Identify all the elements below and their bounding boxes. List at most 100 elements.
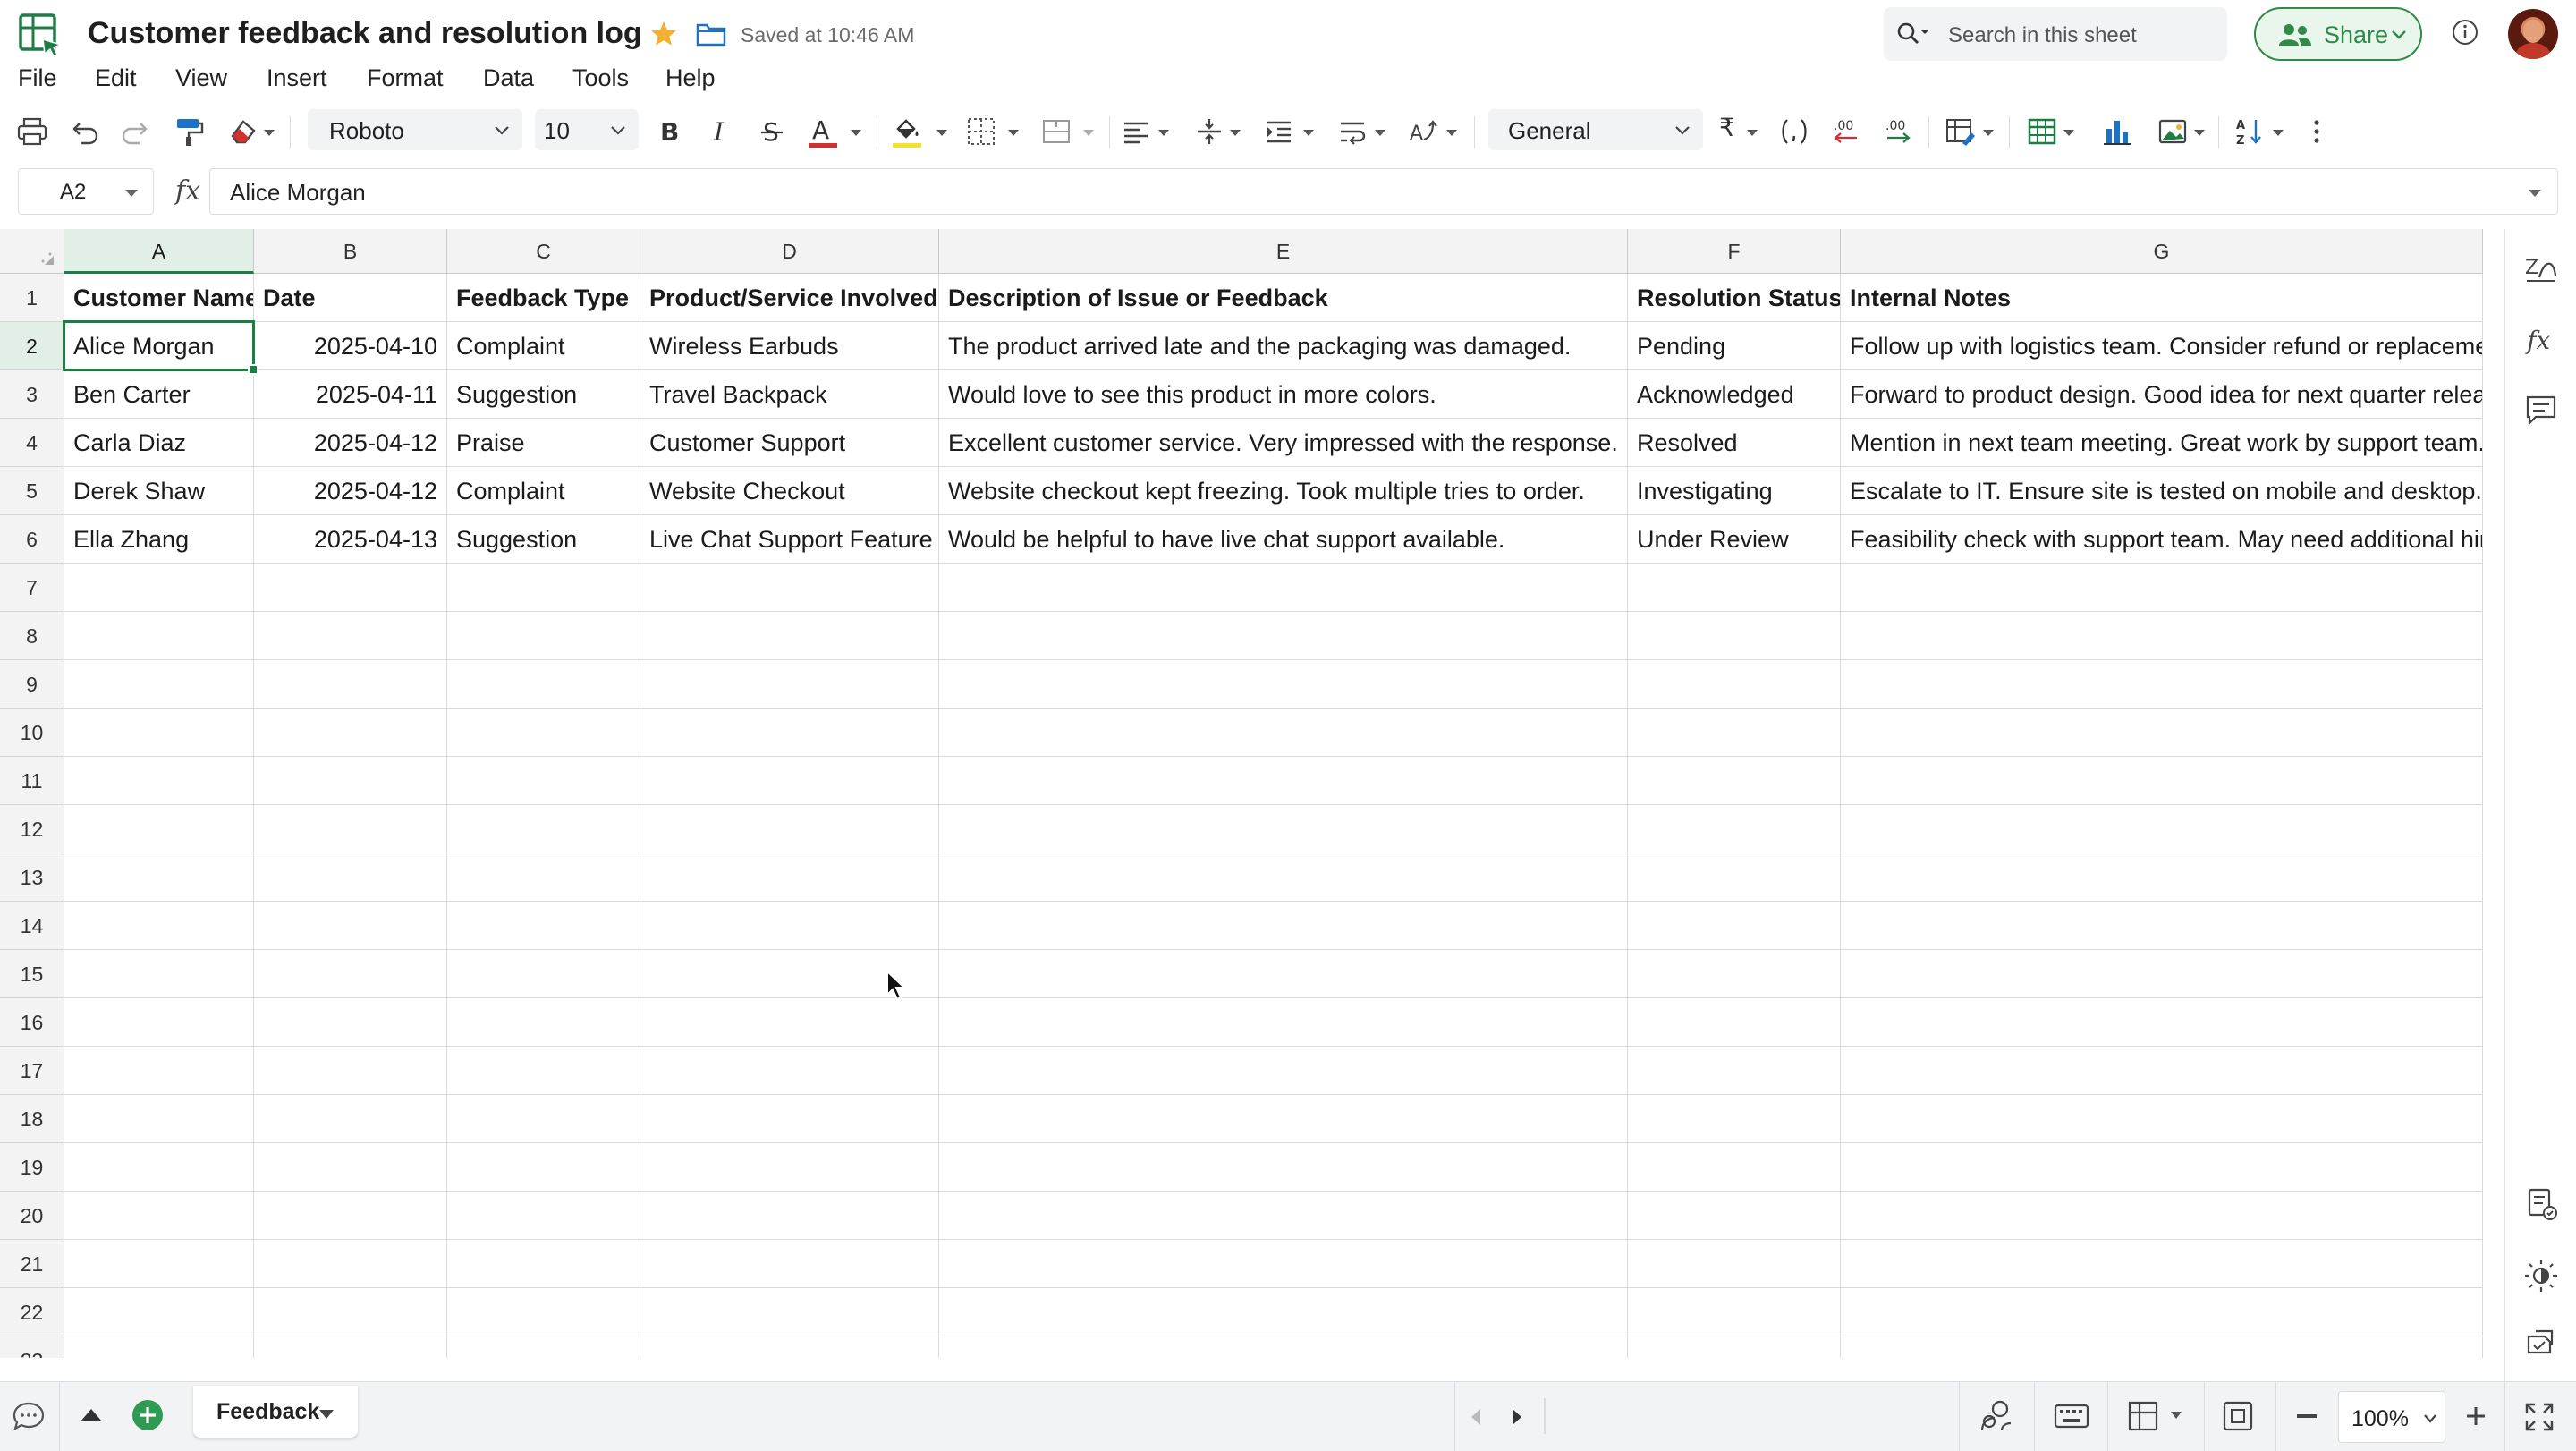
empty-cell[interactable] xyxy=(64,1095,254,1143)
sheet-search-box[interactable]: Search in this sheet xyxy=(1884,7,2227,61)
empty-cell[interactable] xyxy=(1841,612,2483,660)
expand-formula-icon[interactable] xyxy=(2527,188,2543,199)
accounting-format-icon[interactable] xyxy=(1778,116,1810,147)
empty-cell[interactable] xyxy=(939,1095,1628,1143)
increase-decimal-icon[interactable]: .00 xyxy=(1882,116,1914,147)
data-cell[interactable]: Acknowledged xyxy=(1628,370,1841,419)
data-cell[interactable]: 2025-04-10 xyxy=(254,322,447,370)
empty-cell[interactable] xyxy=(640,1143,939,1192)
empty-cell[interactable] xyxy=(1841,998,2483,1047)
conditional-format-caret-icon[interactable] xyxy=(1982,129,1995,137)
empty-cell[interactable] xyxy=(1841,1192,2483,1240)
fill-handle[interactable] xyxy=(248,364,258,375)
data-cell[interactable]: Investigating xyxy=(1628,467,1841,515)
data-cell[interactable]: Website Checkout xyxy=(640,467,939,515)
row-header-16[interactable]: 16 xyxy=(0,998,64,1047)
empty-cell[interactable] xyxy=(939,1288,1628,1336)
empty-cell[interactable] xyxy=(1841,660,2483,709)
empty-cell[interactable] xyxy=(939,1240,1628,1288)
data-cell[interactable]: The product arrived late and the packagi… xyxy=(939,322,1628,370)
sheet-properties-icon[interactable] xyxy=(2523,1186,2559,1222)
empty-cell[interactable] xyxy=(939,998,1628,1047)
sort-caret-icon[interactable] xyxy=(2272,129,2284,137)
empty-cell[interactable] xyxy=(1628,660,1841,709)
image-caret-icon[interactable] xyxy=(2193,129,2206,137)
functions-panel-icon[interactable]: fx xyxy=(2523,322,2559,358)
empty-cell[interactable] xyxy=(640,805,939,853)
header-cell[interactable]: Description of Issue or Feedback xyxy=(939,274,1628,322)
empty-cell[interactable] xyxy=(64,1047,254,1095)
empty-cell[interactable] xyxy=(939,564,1628,612)
borders-caret-icon[interactable] xyxy=(1007,129,1020,137)
data-cell[interactable]: Wireless Earbuds xyxy=(640,322,939,370)
empty-cell[interactable] xyxy=(1628,1143,1841,1192)
empty-cell[interactable] xyxy=(64,757,254,805)
row-header-23[interactable]: 23 xyxy=(0,1336,64,1358)
chevron-down-icon[interactable] xyxy=(318,1409,335,1420)
menu-format[interactable]: Format xyxy=(367,64,444,92)
empty-cell[interactable] xyxy=(1628,998,1841,1047)
empty-cell[interactable] xyxy=(939,612,1628,660)
header-cell[interactable]: Feedback Type xyxy=(447,274,640,322)
empty-cell[interactable] xyxy=(1841,950,2483,998)
keyboard-shortcuts-icon[interactable] xyxy=(2054,1402,2089,1430)
empty-cell[interactable] xyxy=(447,709,640,757)
row-header-2[interactable]: 2 xyxy=(0,322,64,370)
empty-cell[interactable] xyxy=(64,1288,254,1336)
empty-cell[interactable] xyxy=(1841,1095,2483,1143)
font-family-dropdown[interactable]: Roboto xyxy=(308,109,522,150)
empty-cell[interactable] xyxy=(640,853,939,902)
empty-cell[interactable] xyxy=(1628,1240,1841,1288)
data-cell[interactable]: Under Review xyxy=(1628,515,1841,564)
data-cell[interactable]: Would be helpful to have live chat suppo… xyxy=(939,515,1628,564)
data-cell[interactable]: Derek Shaw xyxy=(64,467,254,515)
header-cell[interactable]: Resolution Status xyxy=(1628,274,1841,322)
empty-cell[interactable] xyxy=(447,612,640,660)
empty-cell[interactable] xyxy=(447,853,640,902)
info-icon[interactable] xyxy=(2451,18,2479,47)
font-size-dropdown[interactable]: 10 xyxy=(535,109,639,150)
merge-caret-icon[interactable] xyxy=(1082,129,1095,137)
empty-cell[interactable] xyxy=(254,757,447,805)
empty-cell[interactable] xyxy=(640,1240,939,1288)
borders-icon[interactable] xyxy=(966,116,996,147)
empty-cell[interactable] xyxy=(447,950,640,998)
sheet-app-logo-icon[interactable] xyxy=(18,13,63,57)
data-cell[interactable]: Complaint xyxy=(447,322,640,370)
row-header-21[interactable]: 21 xyxy=(0,1240,64,1288)
empty-cell[interactable] xyxy=(939,902,1628,950)
empty-cell[interactable] xyxy=(254,950,447,998)
freeze-panes-icon[interactable] xyxy=(2127,1400,2159,1432)
column-header-b[interactable]: B xyxy=(254,229,447,274)
empty-cell[interactable] xyxy=(447,1047,640,1095)
empty-cell[interactable] xyxy=(1628,1192,1841,1240)
empty-cell[interactable] xyxy=(447,1143,640,1192)
formula-input[interactable]: Alice Morgan xyxy=(209,168,2558,215)
row-header-8[interactable]: 8 xyxy=(0,612,64,660)
wrap-caret-icon[interactable] xyxy=(1374,129,1386,137)
empty-cell[interactable] xyxy=(254,1047,447,1095)
data-cell[interactable]: Customer Support xyxy=(640,419,939,467)
empty-cell[interactable] xyxy=(1841,805,2483,853)
share-button[interactable]: Share xyxy=(2254,7,2422,61)
redo-icon[interactable] xyxy=(120,116,152,147)
empty-cell[interactable] xyxy=(254,1288,447,1336)
number-format-dropdown[interactable]: General xyxy=(1488,109,1703,150)
row-header-12[interactable]: 12 xyxy=(0,805,64,853)
empty-cell[interactable] xyxy=(1628,853,1841,902)
empty-cell[interactable] xyxy=(939,660,1628,709)
row-header-13[interactable]: 13 xyxy=(0,853,64,902)
empty-cell[interactable] xyxy=(254,612,447,660)
undo-icon[interactable] xyxy=(68,116,100,147)
align-caret-icon[interactable] xyxy=(1157,129,1170,137)
data-cell[interactable]: Excellent customer service. Very impress… xyxy=(939,419,1628,467)
data-cell[interactable]: 2025-04-12 xyxy=(254,419,447,467)
column-header-g[interactable]: G xyxy=(1841,229,2483,274)
empty-cell[interactable] xyxy=(939,853,1628,902)
empty-cell[interactable] xyxy=(64,612,254,660)
language-tools-icon[interactable]: Z xyxy=(2523,250,2559,286)
merge-cells-icon[interactable] xyxy=(1041,116,1072,147)
add-sheet-icon[interactable] xyxy=(131,1398,165,1432)
empty-cell[interactable] xyxy=(447,805,640,853)
scroll-tabs-right-icon[interactable] xyxy=(1510,1407,1524,1427)
